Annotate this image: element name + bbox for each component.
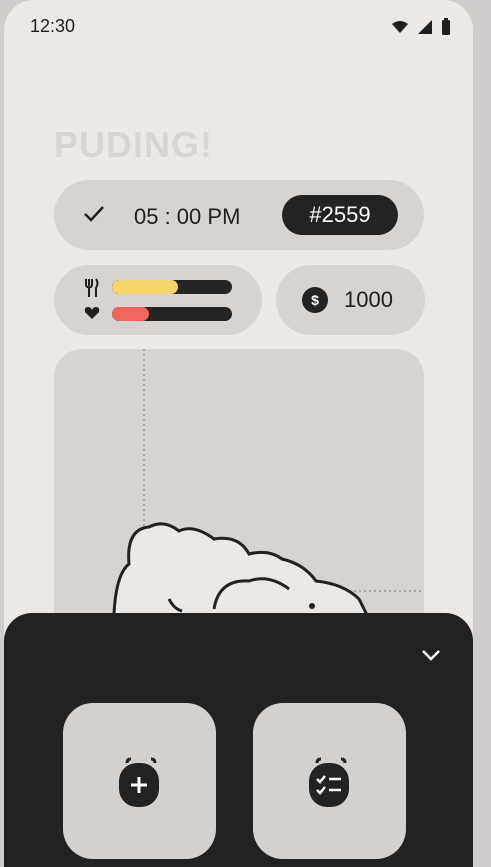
fork-knife-icon bbox=[85, 278, 99, 297]
wifi-icon bbox=[392, 21, 408, 33]
phone-screen: 12:30 PUDING! 05 : 00 PM #2559 $ 1000 bbox=[4, 0, 473, 867]
schedule-time: 05 : 00 PM bbox=[134, 204, 241, 229]
chevron-down-icon[interactable] bbox=[419, 643, 443, 667]
wallet-pill: $ 1000 bbox=[276, 265, 425, 335]
status-bar: 12:30 bbox=[30, 14, 451, 38]
coin-icon: $ bbox=[302, 287, 328, 313]
status-icons bbox=[391, 18, 451, 36]
plus-icon bbox=[119, 757, 159, 807]
status-time: 12:30 bbox=[30, 16, 76, 36]
hunger-bar bbox=[112, 280, 232, 294]
app-title: PUDING! bbox=[54, 124, 213, 165]
stats-pill bbox=[54, 265, 262, 335]
hunger-fill bbox=[112, 280, 178, 294]
checklist-icon bbox=[309, 757, 349, 807]
bottom-sheet bbox=[4, 613, 473, 867]
schedule-pill[interactable]: 05 : 00 PM #2559 bbox=[54, 180, 424, 250]
check-icon bbox=[84, 206, 104, 222]
coin-balance: 1000 bbox=[344, 287, 393, 312]
battery-icon bbox=[442, 18, 450, 35]
signal-icon bbox=[418, 20, 432, 34]
id-badge[interactable]: #2559 bbox=[282, 195, 398, 235]
health-fill bbox=[112, 307, 150, 321]
add-action-button[interactable] bbox=[63, 703, 216, 859]
pet-body bbox=[112, 522, 372, 626]
health-bar bbox=[112, 307, 232, 321]
checklist-action-button[interactable] bbox=[253, 703, 406, 859]
heart-icon bbox=[84, 307, 100, 319]
